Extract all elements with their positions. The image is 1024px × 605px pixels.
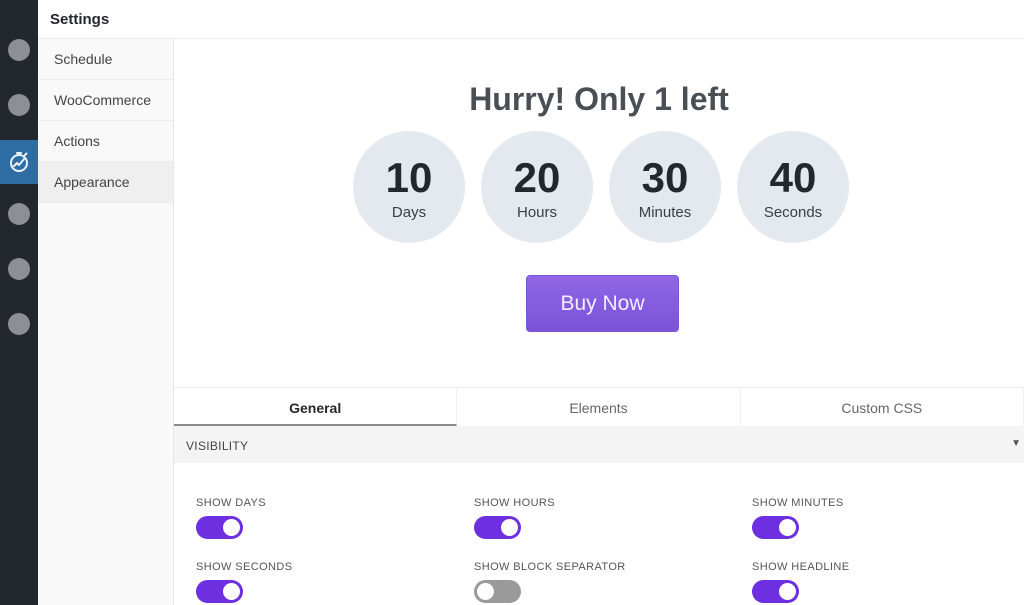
countdown-hours: 20 Hours [481, 131, 593, 243]
toggle-knob [779, 519, 796, 536]
countdown-headline: Hurry! Only 1 left [469, 81, 729, 117]
rail-item-5[interactable] [0, 247, 38, 291]
hours-value: 20 [513, 153, 561, 201]
seconds-label: Seconds [763, 203, 823, 221]
setting-label: SHOW HEADLINE [752, 561, 850, 573]
setting-label: SHOW SECONDS [196, 561, 293, 573]
days-value: 10 [385, 153, 433, 201]
visibility-settings: SHOW DAYS SHOW HOURS SHOW MINUTES SHOW S… [174, 463, 1024, 605]
menu-dot-icon [8, 203, 30, 225]
rail-item-countdown[interactable] [0, 140, 38, 184]
setting-label: SHOW BLOCK SEPARATOR [474, 561, 626, 573]
tab-elements[interactable]: Elements [457, 388, 741, 426]
submenu-item-appearance[interactable]: Appearance [38, 162, 173, 203]
buy-now-button[interactable]: Buy Now [526, 275, 679, 332]
seconds-value: 40 [769, 153, 817, 201]
show-seconds-toggle[interactable] [196, 580, 243, 603]
setting-show-minutes: SHOW MINUTES [752, 497, 844, 539]
days-label: Days [391, 203, 427, 221]
show-hours-toggle[interactable] [474, 516, 521, 539]
toggle-knob [477, 583, 494, 600]
toggle-knob [501, 519, 518, 536]
minutes-value: 30 [641, 153, 689, 201]
setting-show-headline: SHOW HEADLINE [752, 561, 850, 603]
submenu-item-schedule[interactable]: Schedule [38, 39, 173, 80]
submenu-item-woocommerce[interactable]: WooCommerce [38, 80, 173, 121]
tab-general[interactable]: General [174, 388, 458, 426]
toggle-knob [223, 583, 240, 600]
toggle-knob [223, 519, 240, 536]
countdown-timer: 10 Days 20 Hours 30 Minutes 40 Seconds [353, 131, 849, 243]
minutes-label: Minutes [638, 203, 692, 221]
countdown-days: 10 Days [353, 131, 465, 243]
app-window: Settings Schedule WooCommerce Actions Ap… [0, 0, 1024, 605]
menu-dot-icon [8, 313, 30, 335]
setting-label: SHOW HOURS [474, 497, 555, 509]
menu-dot-icon [8, 258, 30, 280]
menu-dot-icon [8, 94, 30, 116]
setting-label: SHOW DAYS [196, 497, 267, 509]
visibility-title: VISIBILITY [186, 439, 249, 453]
show-block-separator-toggle[interactable] [474, 580, 521, 603]
show-days-toggle[interactable] [196, 516, 243, 539]
hours-label: Hours [516, 203, 557, 221]
rail-item-1[interactable] [0, 28, 38, 72]
rail-item-4[interactable] [0, 192, 38, 236]
settings-tabs: General Elements Custom CSS [174, 387, 1024, 426]
menu-dot-icon [8, 39, 30, 61]
setting-label: SHOW MINUTES [752, 497, 844, 509]
setting-show-days: SHOW DAYS [196, 497, 266, 539]
admin-sidebar [0, 0, 38, 605]
settings-submenu: Schedule WooCommerce Actions Appearance [38, 39, 174, 605]
page-title: Settings [50, 11, 110, 28]
setting-show-seconds: SHOW SECONDS [196, 561, 292, 603]
visibility-section-header[interactable]: VISIBILITY ▼ [174, 426, 1024, 463]
show-minutes-toggle[interactable] [752, 516, 799, 539]
submenu-item-actions[interactable]: Actions [38, 121, 173, 162]
setting-show-hours: SHOW HOURS [474, 497, 555, 539]
countdown-preview: Hurry! Only 1 left 10 Days 20 Hours 30 M… [174, 39, 1024, 387]
caret-down-icon: ▼ [1011, 438, 1021, 449]
setting-show-block-separator: SHOW BLOCK SEPARATOR [474, 561, 626, 603]
header: Settings [38, 0, 1024, 39]
show-headline-toggle[interactable] [752, 580, 799, 603]
tab-custom-css[interactable]: Custom CSS [741, 388, 1024, 426]
countdown-minutes: 30 Minutes [609, 131, 721, 243]
timer-chart-icon [10, 152, 28, 172]
countdown-seconds: 40 Seconds [737, 131, 849, 243]
rail-item-6[interactable] [0, 302, 38, 346]
toggle-knob [779, 583, 796, 600]
rail-item-2[interactable] [0, 83, 38, 127]
